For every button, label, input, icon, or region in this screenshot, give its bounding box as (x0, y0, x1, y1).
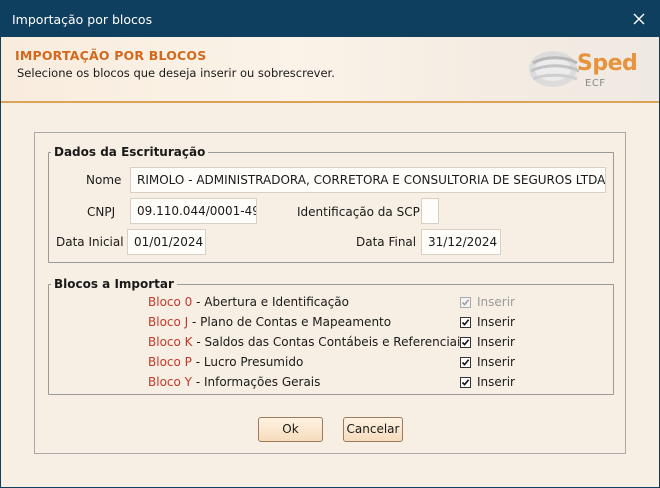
data-final-field[interactable]: 31/12/2024 (421, 229, 501, 255)
bloco-code: Bloco P (148, 355, 192, 369)
bloco-row-p: Bloco P - Lucro Presumido (148, 355, 303, 373)
insert-label-bloco-k: Inserir (477, 335, 515, 349)
ok-button[interactable]: Ok (258, 417, 323, 442)
insert-label-bloco-j: Inserir (477, 315, 515, 329)
bloco-code: Bloco K (148, 335, 193, 349)
window-title: Importação por blocos (12, 12, 153, 27)
insert-checkbox-bloco-y[interactable] (460, 377, 471, 388)
dialog-header: IMPORTAÇÃO POR BLOCOS Selecione os bloco… (1, 37, 659, 103)
bloco-code: Bloco Y (148, 375, 192, 389)
blocos-legend: Blocos a Importar (54, 277, 174, 291)
close-icon (633, 13, 645, 25)
bloco-desc: - Plano de Contas e Mapeamento (188, 315, 392, 329)
bloco-row-0: Bloco 0 - Abertura e Identificação (148, 295, 349, 313)
logo-name: Sped (577, 51, 638, 76)
insert-label-bloco-p: Inserir (477, 355, 515, 369)
checkmark-icon (461, 319, 470, 326)
bloco-row-j: Bloco J - Plano de Contas e Mapeamento (148, 315, 391, 333)
header-title: IMPORTAÇÃO POR BLOCOS (15, 48, 207, 63)
insert-checkbox-bloco-p[interactable] (460, 357, 471, 368)
checkmark-icon (461, 359, 470, 366)
checkmark-icon (461, 339, 470, 346)
cancel-button[interactable]: Cancelar (343, 417, 403, 442)
scp-label: Identificação da SCP (297, 205, 420, 219)
escrituracao-legend: Dados da Escrituração (54, 145, 206, 159)
title-bar[interactable]: Importação por blocos (1, 1, 659, 37)
logo-sub: ECF (585, 78, 606, 89)
bloco-desc: - Informações Gerais (192, 375, 321, 389)
close-button[interactable] (627, 7, 651, 31)
data-final-label: Data Final (356, 235, 417, 249)
bloco-desc: - Abertura e Identificação (192, 295, 349, 309)
bloco-desc: - Saldos das Contas Contábeis e Referenc… (192, 335, 467, 349)
data-inicial-field[interactable]: 01/01/2024 (127, 229, 206, 255)
data-inicial-label: Data Inicial (56, 235, 124, 249)
sped-ecf-logo: Sped ECF (527, 45, 639, 93)
bloco-code: Bloco J (148, 315, 189, 329)
nome-label: Nome (86, 173, 122, 187)
import-dialog: Importação por blocos IMPORTAÇÃO POR BLO… (0, 0, 660, 488)
scp-field[interactable] (421, 198, 439, 224)
bloco-desc: - Lucro Presumido (191, 355, 304, 369)
cnpj-field[interactable]: 09.110.044/0001-49 (130, 198, 257, 224)
header-subtitle: Selecione os blocos que deseja inserir o… (17, 66, 335, 80)
cnpj-label: CNPJ (87, 205, 116, 219)
nome-field[interactable]: RIMOLO - ADMINISTRADORA, CORRETORA E CON… (130, 167, 606, 193)
insert-checkbox-bloco-j[interactable] (460, 317, 471, 328)
bloco-row-y: Bloco Y - Informações Gerais (148, 375, 320, 393)
insert-checkbox-bloco-0[interactable] (460, 297, 471, 308)
insert-label-bloco-0: Inserir (477, 295, 515, 309)
insert-checkbox-bloco-k[interactable] (460, 337, 471, 348)
checkmark-icon (461, 299, 470, 306)
bloco-code: Bloco 0 (148, 295, 193, 309)
insert-label-bloco-y: Inserir (477, 375, 515, 389)
checkmark-icon (461, 379, 470, 386)
bloco-row-k: Bloco K - Saldos das Contas Contábeis e … (148, 335, 467, 353)
